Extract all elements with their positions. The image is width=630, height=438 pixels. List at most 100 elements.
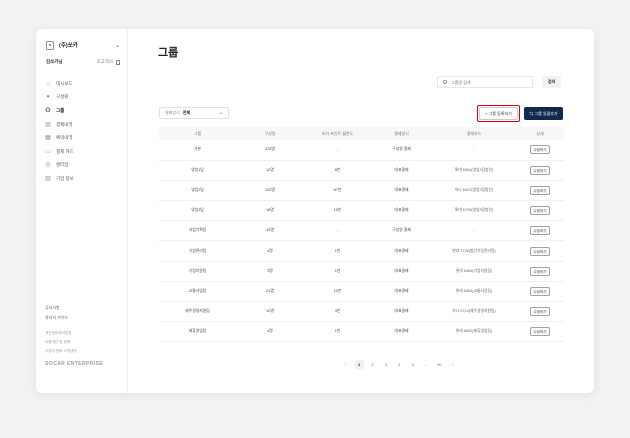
- footer-link-business[interactable]: 사업자 정보 고객센터: [45, 349, 121, 358]
- cell-payment: 대표결제: [371, 160, 432, 181]
- cell-members: 21명: [236, 281, 304, 303]
- sidebar-item[interactable]: ▦ 예약내역: [45, 131, 121, 145]
- search-box[interactable]: [437, 76, 533, 88]
- page-button[interactable]: 3: [381, 360, 390, 369]
- search-input[interactable]: [451, 79, 531, 85]
- main-content: 그룹 검색 결제방식 전체 ⌄ + 그룹 등록하기 ⇆ 그룹 일괄추가 그룹 구…: [128, 29, 594, 393]
- cell-payment: 대표결제: [371, 200, 432, 222]
- register-group-button[interactable]: + 그룹 등록하기: [477, 105, 520, 122]
- edit-button[interactable]: 수정하기: [530, 145, 550, 155]
- cell-point-limit: 15만: [304, 200, 371, 222]
- sidebar-item-label: 대시보드: [56, 80, 73, 86]
- document-icon[interactable]: [116, 59, 120, 65]
- edit-button[interactable]: 수정하기: [530, 327, 550, 337]
- sidebar-item-label: 기업 정보: [56, 175, 74, 181]
- table-header: 그룹 구성원 쏘카 포인트 월한도 결제방식 결제카드 상세: [159, 127, 564, 140]
- bulk-add-group-button[interactable]: ⇆ 그룹 일괄추가: [524, 107, 563, 120]
- page-button[interactable]: 00: [435, 360, 444, 369]
- cell-payment: 대표결제: [371, 240, 432, 262]
- footer-link-guide[interactable]: 관리자 가이드: [45, 315, 121, 325]
- edit-button[interactable]: 수정하기: [530, 246, 550, 256]
- cell-detail: 수정하기: [516, 240, 564, 262]
- cell-group: 제주경영지원팀: [159, 301, 236, 323]
- sidebar-item[interactable]: ▭ 결제 카드: [45, 145, 121, 159]
- cell-payment: 대표결제: [371, 281, 432, 303]
- prev-page-icon[interactable]: ‹: [341, 360, 350, 369]
- page-button[interactable]: 4: [395, 360, 404, 369]
- cell-members: 102명: [236, 180, 304, 202]
- cell-group: 기업관리팀: [159, 240, 236, 262]
- cell-payment: 대표결제: [371, 261, 432, 282]
- cell-detail: 수정하기: [516, 160, 564, 181]
- edit-button[interactable]: 수정하기: [530, 286, 550, 296]
- calendar-icon: ▦: [45, 135, 51, 142]
- cell-point-limit: 1만: [304, 261, 371, 282]
- cell-card: -: [432, 220, 516, 242]
- chevron-down-icon: ⌄: [218, 110, 223, 116]
- cell-detail: 수정하기: [516, 281, 564, 303]
- edit-button[interactable]: 수정하기: [530, 226, 550, 236]
- filter-value: 전체: [182, 110, 191, 115]
- cell-members: 4명: [236, 321, 304, 343]
- cell-card: 롯데 6500(제휴영업팀): [432, 321, 516, 343]
- edit-button[interactable]: 수정하기: [530, 266, 550, 276]
- edit-button[interactable]: 수정하기: [530, 307, 550, 317]
- cell-detail: 수정하기: [516, 220, 564, 242]
- footer-link-privacy[interactable]: 개인정보처리방침: [45, 331, 121, 340]
- sidebar-item[interactable]: ▤ 결제내역: [45, 118, 121, 132]
- sidebar-item-label: 그룹: [56, 107, 65, 113]
- sidebar-item[interactable]: ⌂ 대시보드: [45, 77, 121, 91]
- cell-payment: 대표결제: [371, 321, 432, 343]
- footer-link-notice[interactable]: 공지사항: [45, 305, 121, 315]
- edit-button[interactable]: 수정하기: [530, 185, 550, 195]
- sidebar-item[interactable]: ▥ 기업 정보: [45, 172, 121, 186]
- person-icon: ●: [46, 94, 50, 101]
- table-row: 교통사업팀 21명 13만 대표결제 롯데 6564(교통사업팀) 수정하기: [159, 281, 564, 303]
- home-icon: ⌂: [46, 80, 50, 87]
- sidebar-item[interactable]: ⚇ 그룹: [45, 104, 121, 118]
- card-icon: ▭: [45, 148, 51, 155]
- cell-point-limit: -: [304, 140, 371, 161]
- next-page-icon[interactable]: ›: [448, 360, 457, 369]
- brand-logo: SOCAR ENTERPRISE: [45, 361, 104, 367]
- cell-point-limit: -: [304, 220, 371, 242]
- table-row: 사업기획팀 43명 - 구성원 결제 - 수정하기: [159, 220, 564, 242]
- table-body: 기본 223명 - 구성원 결제 - 수정하기 영업1팀 12명 8만 대표결제 롯데 6564(영…: [159, 140, 564, 343]
- payment-filter-select[interactable]: 결제방식 전체 ⌄: [159, 107, 229, 119]
- cell-card: 롯데 6799(영업3팀법인): [432, 200, 516, 222]
- company-selector[interactable]: (주)쏘카 ⌄: [46, 38, 120, 52]
- search-button[interactable]: 검색: [542, 76, 561, 88]
- sidebar-item[interactable]: ● 구성원: [45, 91, 121, 105]
- footer-link-terms[interactable]: 이용약관 및 정책: [45, 340, 121, 349]
- cell-point-limit: 1만: [304, 321, 371, 343]
- cell-members: 18명: [236, 200, 304, 222]
- cell-payment: 구성원 결제: [371, 140, 432, 161]
- cell-payment: 구성원 결제: [371, 220, 432, 242]
- column-header-payment: 결제방식: [371, 127, 432, 140]
- edit-button[interactable]: 수정하기: [530, 206, 550, 216]
- page-button[interactable]: 5: [408, 360, 417, 369]
- search-icon: [443, 80, 447, 84]
- cell-card: 롯데 6564(영업1팀법인): [432, 160, 516, 181]
- sidebar-item-label: 예약내역: [56, 135, 73, 141]
- sidebar-item[interactable]: ◎ 렌터업: [45, 159, 121, 173]
- cell-card: -: [432, 140, 516, 161]
- filter-label: 결제방식: [165, 110, 180, 115]
- edit-button[interactable]: 수정하기: [530, 165, 550, 175]
- page-button[interactable]: 2: [368, 360, 377, 369]
- cell-detail: 수정하기: [516, 140, 564, 161]
- cell-members: 43명: [236, 220, 304, 242]
- cell-point-limit: 3만: [304, 301, 371, 323]
- page-button[interactable]: …: [421, 360, 430, 369]
- cell-group: 영업1팀: [159, 160, 236, 181]
- cell-card: 현대 1726(법인기업관리팀): [432, 240, 516, 262]
- column-header-point-limit: 쏘카 포인트 월한도: [304, 127, 371, 140]
- cell-group: 영업3팀: [159, 200, 236, 222]
- user-role: 조고객사: [96, 59, 113, 64]
- page-button[interactable]: 1: [354, 360, 364, 369]
- sidebar: (주)쏘카 ⌄ 김쏘카님 조고객사 ⌂ 대시보드 ● 구성원 ⚇ 그룹 ▤ 결제내역 ▦ 예약내역…: [36, 29, 128, 393]
- cell-detail: 수정하기: [516, 180, 564, 202]
- cell-card: 하나 0714(제주경영지원팀): [432, 301, 516, 323]
- cell-group: 교통사업팀: [159, 281, 236, 303]
- cell-members: 4명: [236, 240, 304, 262]
